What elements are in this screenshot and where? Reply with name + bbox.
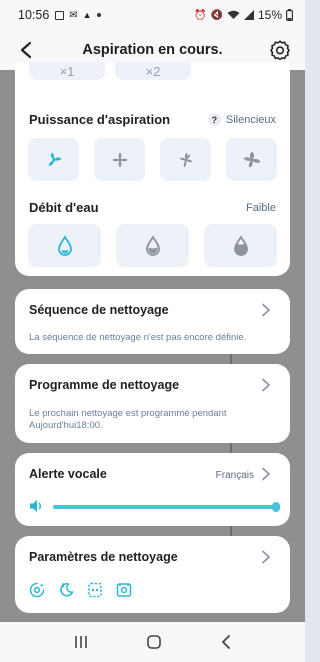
edge-cleaning-icon [88, 582, 102, 598]
chevron-right-icon[interactable] [260, 467, 272, 481]
chevron-right-icon [262, 303, 270, 317]
alarm-icon: ⏰ [194, 9, 207, 21]
water-option-low[interactable] [28, 224, 101, 267]
chevron-right-icon [262, 378, 270, 392]
schedule-time: Aujourd'hui18:00. [29, 420, 103, 431]
help-icon[interactable]: ? [207, 113, 221, 126]
strong-fan-icon [179, 152, 192, 167]
cleaning-params-card[interactable]: Paramètres de nettoyage [15, 536, 290, 613]
max-fan-icon [243, 151, 260, 167]
voice-title: Alerte vocale [29, 467, 107, 481]
cleaning-mode-panel: ×1 ×2 Puissance d'aspiration ? Silencieu… [15, 62, 290, 276]
water-low-icon [57, 234, 72, 256]
mode-peek-row: ×1 ×2 [29, 62, 191, 80]
page-title: Aspiration en cours. [82, 42, 223, 58]
home-icon[interactable] [146, 634, 162, 650]
speaker-icon [30, 500, 42, 512]
sequence-card[interactable]: Séquence de nettoyage La séquence de net… [15, 289, 290, 354]
voice-alert-card: Alerte vocale Français [15, 453, 290, 526]
back-nav-icon[interactable] [220, 634, 232, 650]
params-title: Paramètres de nettoyage [29, 550, 178, 564]
chevron-right-icon [262, 550, 270, 564]
play-notification-icon: ▲ [82, 10, 92, 20]
suction-value: Silencieux [225, 113, 276, 126]
voice-language[interactable]: Français [216, 470, 254, 481]
suction-option-max[interactable] [226, 138, 277, 181]
wifi-icon [227, 10, 240, 19]
pass-count-button[interactable]: ×1 [29, 62, 105, 80]
battery-icon [286, 9, 293, 21]
sequence-title: Séquence de nettoyage [29, 303, 169, 317]
signal-icon [243, 10, 254, 20]
water-option-medium[interactable] [116, 224, 189, 267]
do-not-disturb-icon [60, 583, 74, 597]
water-high-icon [233, 234, 248, 256]
suction-option-strong[interactable] [160, 138, 211, 181]
system-nav-bar [0, 622, 305, 662]
water-title: Débit d'eau [29, 200, 99, 215]
gear-icon [270, 40, 290, 61]
suction-option-standard[interactable] [94, 138, 145, 181]
pass-count-button[interactable]: ×2 [115, 62, 191, 80]
sequence-subtitle: La séquence de nettoyage n'est pas encor… [29, 332, 247, 343]
mute-icon: 🔇 [210, 9, 223, 21]
map-save-icon [116, 583, 132, 597]
arrow-left-icon [20, 41, 32, 59]
schedule-card[interactable]: Programme de nettoyage Le prochain netto… [15, 364, 290, 443]
back-button[interactable] [14, 38, 38, 62]
battery-text: 15% [257, 8, 282, 22]
suction-title: Puissance d'aspiration [29, 112, 171, 127]
mail-notification-icon: ✉ [69, 9, 78, 21]
standard-fan-icon [112, 152, 127, 167]
gallery-notification-icon [55, 10, 65, 20]
status-time: 10:56 [18, 8, 50, 22]
carpet-boost-icon [29, 582, 45, 598]
suction-option-quiet[interactable] [28, 138, 79, 181]
volume-slider-handle[interactable] [272, 502, 280, 512]
water-medium-icon [145, 234, 160, 256]
settings-button[interactable] [267, 37, 293, 63]
quiet-fan-icon [48, 152, 61, 166]
status-bar: 10:56 ✉ ▲ ⏰ 🔇 15% [0, 0, 305, 30]
more-notifications-icon [96, 13, 101, 17]
volume-slider[interactable] [53, 505, 278, 509]
water-option-high[interactable] [204, 224, 277, 267]
water-value: Faible [246, 202, 276, 214]
schedule-title: Programme de nettoyage [29, 378, 180, 392]
schedule-subtitle: Le prochain nettoyage est programmé pend… [29, 408, 227, 419]
recent-apps-icon[interactable] [73, 635, 89, 649]
